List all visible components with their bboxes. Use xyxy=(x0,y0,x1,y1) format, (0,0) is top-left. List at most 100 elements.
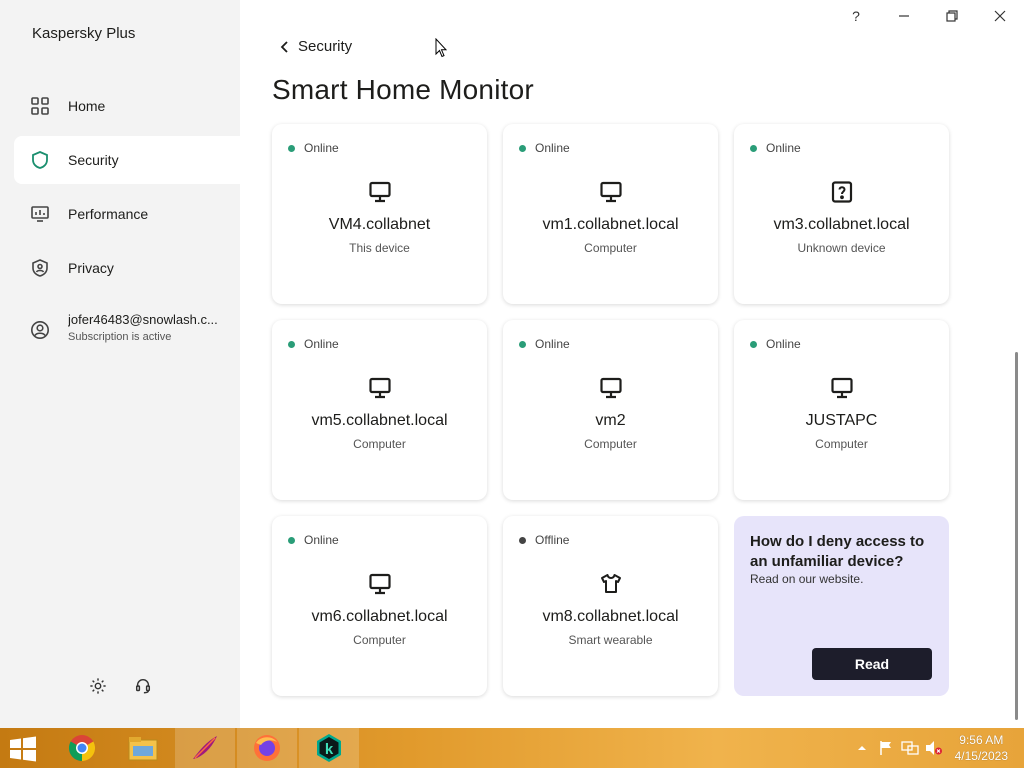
status-dot xyxy=(750,144,757,152)
status-dot xyxy=(750,340,757,348)
device-status: Online xyxy=(304,533,339,547)
scrollbar[interactable] xyxy=(1015,352,1018,720)
sidebar-item-privacy[interactable]: Privacy xyxy=(14,244,240,292)
device-status: Online xyxy=(304,141,339,155)
app-brand: Kaspersky Plus xyxy=(32,25,136,42)
device-card[interactable]: Offline vm8.collabnet.local Smart wearab… xyxy=(503,516,718,696)
support-headset-icon[interactable] xyxy=(133,676,153,696)
device-card[interactable]: Online vm3.collabnet.local Unknown devic… xyxy=(734,124,949,304)
device-card[interactable]: Online vm5.collabnet.local Computer xyxy=(272,320,487,500)
clock-time: 9:56 AM xyxy=(959,733,1004,747)
device-status: Offline xyxy=(535,533,570,547)
main-content: ? Security Smart Home Monitor Online VM4… xyxy=(240,0,1024,728)
clock-date: 4/15/2023 xyxy=(954,749,1008,763)
svg-text:k: k xyxy=(325,741,334,758)
device-type: Computer xyxy=(584,437,637,451)
taskbar: k 9:56 AM 4/15/2023 xyxy=(0,728,1024,768)
device-name: vm3.collabnet.local xyxy=(773,216,910,233)
back-label: Security xyxy=(298,38,353,55)
promo-title: How do I deny access to an unfamiliar de… xyxy=(750,533,925,570)
window-controls: ? xyxy=(832,0,1024,32)
help-icon[interactable]: ? xyxy=(832,0,880,32)
subscription-status: Subscription is active xyxy=(68,331,172,343)
device-card[interactable]: Online vm2 Computer xyxy=(503,320,718,500)
device-status: Online xyxy=(766,141,801,155)
network-icon[interactable] xyxy=(899,737,921,759)
status-dot xyxy=(519,536,526,544)
chevron-left-icon xyxy=(278,40,292,54)
chrome-icon[interactable] xyxy=(52,728,112,768)
grid-icon xyxy=(30,96,50,116)
computer-icon xyxy=(368,180,392,204)
computer-icon xyxy=(599,180,623,204)
sidebar-item-security[interactable]: Security xyxy=(14,136,240,184)
minimize-icon[interactable] xyxy=(880,0,928,32)
device-type: Smart wearable xyxy=(568,633,653,647)
kaspersky-icon[interactable]: k xyxy=(299,728,359,768)
device-card[interactable]: Online JUSTAPC Computer xyxy=(734,320,949,500)
device-name: vm5.collabnet.local xyxy=(311,412,448,429)
device-card[interactable]: Online vm1.collabnet.local Computer xyxy=(503,124,718,304)
tshirt-icon xyxy=(599,572,623,596)
device-type: Computer xyxy=(353,633,406,647)
promo-text: Read on our website. xyxy=(750,572,864,586)
device-type: Computer xyxy=(353,437,406,451)
device-type: Computer xyxy=(584,241,637,255)
chevron-up-icon[interactable] xyxy=(851,737,873,759)
promo-card: How do I deny access to an unfamiliar de… xyxy=(734,516,949,696)
system-tray: 9:56 AM 4/15/2023 xyxy=(849,728,1024,768)
account-info[interactable]: jofer46483@snowlash.c... Subscription is… xyxy=(30,312,235,343)
sidebar-item-home[interactable]: Home xyxy=(14,82,240,130)
sidebar-item-performance[interactable]: Performance xyxy=(14,190,240,238)
taskbar-clock[interactable]: 9:56 AM 4/15/2023 xyxy=(955,732,1008,764)
mouse-cursor-icon xyxy=(435,38,447,58)
status-dot xyxy=(519,144,526,152)
monitor-gauge-icon xyxy=(30,204,50,224)
device-status: Online xyxy=(535,141,570,155)
device-type: Unknown device xyxy=(797,241,886,255)
feather-app-icon[interactable] xyxy=(175,728,235,768)
device-status: Online xyxy=(766,337,801,351)
settings-gear-icon[interactable] xyxy=(88,676,108,696)
back-button[interactable]: Security xyxy=(278,38,352,55)
device-name: JUSTAPC xyxy=(805,412,878,429)
device-name: VM4.collabnet xyxy=(328,216,431,233)
device-card[interactable]: Online VM4.collabnet This device xyxy=(272,124,487,304)
flag-icon[interactable] xyxy=(875,737,897,759)
computer-icon xyxy=(599,376,623,400)
sidebar-item-label: Security xyxy=(68,152,119,168)
device-type: Computer xyxy=(815,437,868,451)
computer-icon xyxy=(368,376,392,400)
sidebar: Kaspersky Plus Home Security Performance… xyxy=(0,0,240,728)
status-dot xyxy=(288,536,295,544)
close-icon[interactable] xyxy=(976,0,1024,32)
device-name: vm1.collabnet.local xyxy=(542,216,679,233)
read-button[interactable]: Read xyxy=(812,648,932,680)
device-name: vm2 xyxy=(595,412,626,429)
file-explorer-icon[interactable] xyxy=(113,728,173,768)
volume-muted-icon[interactable] xyxy=(923,737,945,759)
account-email: jofer46483@snowlash.c... xyxy=(68,312,218,327)
device-status: Online xyxy=(535,337,570,351)
page-title: Smart Home Monitor xyxy=(272,74,534,105)
restore-icon[interactable] xyxy=(928,0,976,32)
device-status: Online xyxy=(304,337,339,351)
sidebar-item-label: Privacy xyxy=(68,260,114,276)
privacy-shield-icon xyxy=(30,258,50,278)
computer-icon xyxy=(830,376,854,400)
status-dot xyxy=(288,144,295,152)
unknown-device-icon xyxy=(830,180,854,204)
device-card[interactable]: Online vm6.collabnet.local Computer xyxy=(272,516,487,696)
status-dot xyxy=(288,340,295,348)
device-name: vm6.collabnet.local xyxy=(311,608,448,625)
device-name: vm8.collabnet.local xyxy=(542,608,679,625)
windows-start-icon[interactable] xyxy=(8,736,38,762)
device-type: This device xyxy=(349,241,410,255)
shield-icon xyxy=(30,150,50,170)
status-dot xyxy=(519,340,526,348)
sidebar-item-label: Performance xyxy=(68,206,149,222)
computer-icon xyxy=(368,572,392,596)
firefox-icon[interactable] xyxy=(237,728,297,768)
user-avatar-icon xyxy=(30,320,50,340)
sidebar-item-label: Home xyxy=(68,98,106,114)
